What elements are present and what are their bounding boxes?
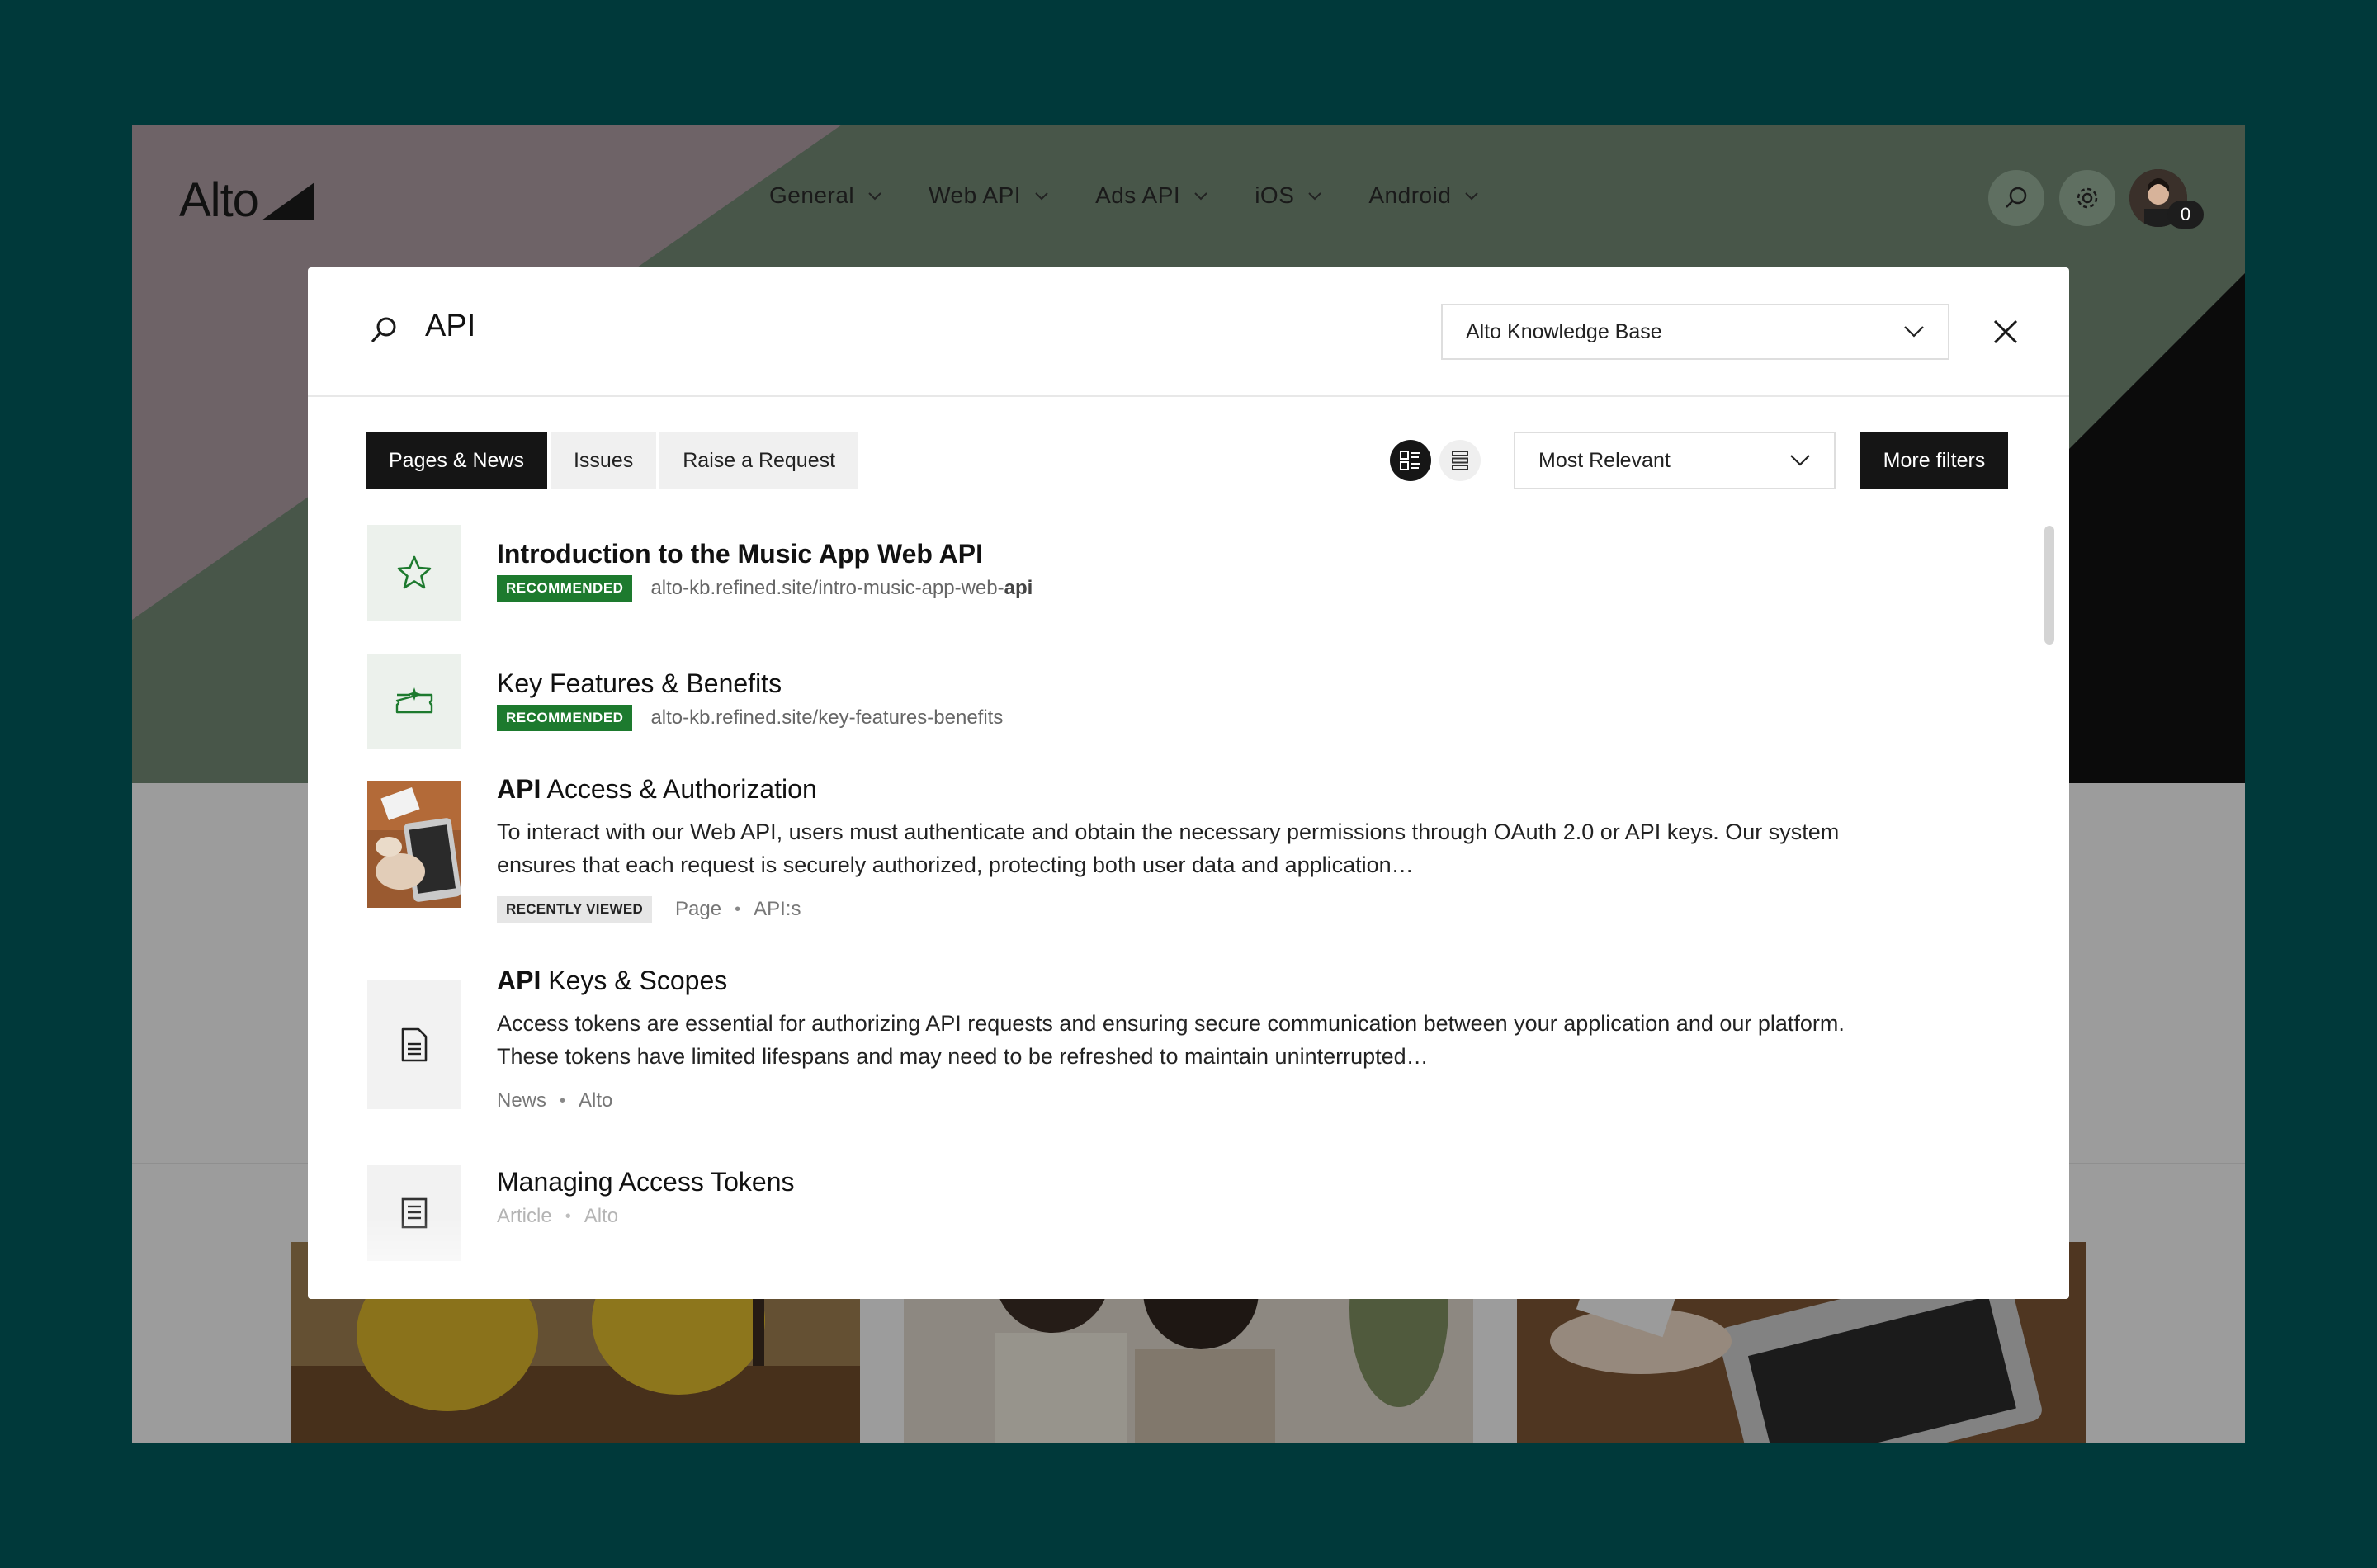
result-thumbnail bbox=[367, 525, 461, 621]
knowledge-base-select-value: Alto Knowledge Base bbox=[1466, 319, 1662, 343]
recommended-badge: RECOMMENDED bbox=[497, 705, 633, 731]
recently-viewed-badge: RECENTLY VIEWED bbox=[497, 896, 653, 923]
result-space[interactable]: API:s bbox=[754, 898, 801, 921]
result-item[interactable]: API Keys & Scopes Access tokens are esse… bbox=[367, 964, 2018, 1129]
result-description: Access tokens are essential for authoriz… bbox=[497, 1011, 1845, 1069]
logo-mark-icon bbox=[261, 182, 314, 220]
result-url[interactable]: alto-kb.refined.site/key-features-benefi… bbox=[650, 706, 1003, 730]
tab-raise-request[interactable]: Raise a Request bbox=[659, 432, 859, 489]
tab-pages-news[interactable]: Pages & News bbox=[366, 432, 547, 489]
knowledge-base-select[interactable]: Alto Knowledge Base bbox=[1441, 304, 1949, 360]
nav-label: Ads API bbox=[1095, 182, 1181, 208]
result-space[interactable]: Alto bbox=[579, 1089, 612, 1112]
result-title[interactable]: API Keys & Scopes bbox=[497, 964, 1850, 997]
nav-item-ios[interactable]: iOS bbox=[1255, 182, 1322, 209]
result-item[interactable]: API Access & Authorization To interact w… bbox=[367, 772, 2018, 937]
result-thumbnail-photo bbox=[367, 781, 461, 908]
result-thumbnail bbox=[367, 1165, 461, 1261]
result-item[interactable]: Managing Access Tokens Article • Alto bbox=[367, 1165, 2018, 1264]
results-scrollbar[interactable] bbox=[2044, 526, 2054, 645]
nav-label: Web API bbox=[929, 182, 1022, 208]
search-icon bbox=[2006, 187, 2027, 208]
tab-issues[interactable]: Issues bbox=[550, 432, 657, 489]
notification-badge: 0 bbox=[2167, 201, 2204, 229]
result-type: Article bbox=[497, 1205, 552, 1227]
result-title[interactable]: Introduction to the Music App Web API bbox=[497, 537, 1850, 570]
view-toggle bbox=[1390, 440, 1481, 481]
search-icon bbox=[371, 317, 396, 343]
nav-label: iOS bbox=[1255, 182, 1295, 208]
compact-view-button[interactable] bbox=[1439, 440, 1481, 481]
search-input[interactable]: API bbox=[425, 309, 475, 344]
site-logo[interactable]: Alto bbox=[179, 171, 314, 229]
nav-item-general[interactable]: General bbox=[769, 182, 882, 209]
document-icon bbox=[401, 1027, 428, 1062]
chevron-down-icon bbox=[1904, 326, 1924, 338]
separator-dot: • bbox=[735, 900, 741, 919]
results-list: Introduction to the Music App Web API RE… bbox=[308, 525, 2033, 1299]
close-button[interactable] bbox=[1987, 314, 2024, 350]
result-title[interactable]: API Access & Authorization bbox=[497, 772, 1850, 805]
laptop-photo bbox=[367, 781, 461, 908]
recommended-badge: RECOMMENDED bbox=[497, 575, 633, 602]
separator-dot: • bbox=[565, 1207, 571, 1226]
result-item[interactable]: Key Features & Benefits RECOMMENDED alto… bbox=[367, 654, 2018, 749]
chevron-down-icon bbox=[1035, 192, 1048, 201]
result-space[interactable]: Alto bbox=[584, 1205, 618, 1228]
gear-icon bbox=[2077, 187, 2098, 209]
result-type: News bbox=[497, 1089, 547, 1112]
chevron-down-icon bbox=[1308, 192, 1322, 201]
search-header: API Alto Knowledge Base bbox=[308, 267, 2069, 397]
detailed-view-button[interactable] bbox=[1390, 440, 1431, 481]
nav-label: General bbox=[769, 182, 855, 208]
result-url[interactable]: alto-kb.refined.site/intro-music-app-web… bbox=[650, 577, 1033, 600]
result-description: To interact with our Web API, users must… bbox=[497, 819, 1840, 877]
article-icon bbox=[401, 1197, 428, 1229]
star-icon bbox=[397, 555, 432, 589]
nav-item-web-api[interactable]: Web API bbox=[929, 182, 1049, 209]
result-item[interactable]: Introduction to the Music App Web API RE… bbox=[367, 525, 2018, 621]
result-thumbnail bbox=[367, 980, 461, 1109]
chevron-down-icon bbox=[1790, 455, 1810, 466]
result-type: Page bbox=[675, 898, 722, 920]
more-filters-button[interactable]: More filters bbox=[1860, 432, 2008, 489]
result-thumbnail bbox=[367, 654, 461, 749]
nav-item-ads-api[interactable]: Ads API bbox=[1095, 182, 1208, 209]
chevron-down-icon bbox=[868, 192, 881, 201]
close-icon bbox=[1993, 319, 2018, 344]
nav-item-android[interactable]: Android bbox=[1368, 182, 1479, 209]
chevron-down-icon bbox=[1194, 192, 1207, 201]
compact-list-icon bbox=[1452, 451, 1468, 470]
header-search-button[interactable] bbox=[1988, 170, 2044, 226]
logo-text: Alto bbox=[179, 172, 259, 227]
main-nav: General Web API Ads API iOS Android bbox=[769, 182, 1525, 209]
result-tabs: Pages & News Issues Raise a Request bbox=[366, 432, 859, 489]
search-modal: API Alto Knowledge Base Pages & News Iss… bbox=[308, 267, 2069, 1299]
detailed-list-icon bbox=[1400, 451, 1420, 470]
nav-label: Android bbox=[1368, 182, 1452, 208]
result-title[interactable]: Key Features & Benefits bbox=[497, 667, 1850, 700]
separator-dot: • bbox=[560, 1091, 566, 1110]
sort-select[interactable]: Most Relevant bbox=[1514, 432, 1836, 489]
sort-select-value: Most Relevant bbox=[1538, 448, 1671, 472]
result-title[interactable]: Managing Access Tokens bbox=[497, 1165, 1850, 1198]
ticket-sparkle-icon bbox=[395, 687, 433, 714]
header-settings-button[interactable] bbox=[2059, 170, 2115, 226]
chevron-down-icon bbox=[1465, 192, 1479, 201]
